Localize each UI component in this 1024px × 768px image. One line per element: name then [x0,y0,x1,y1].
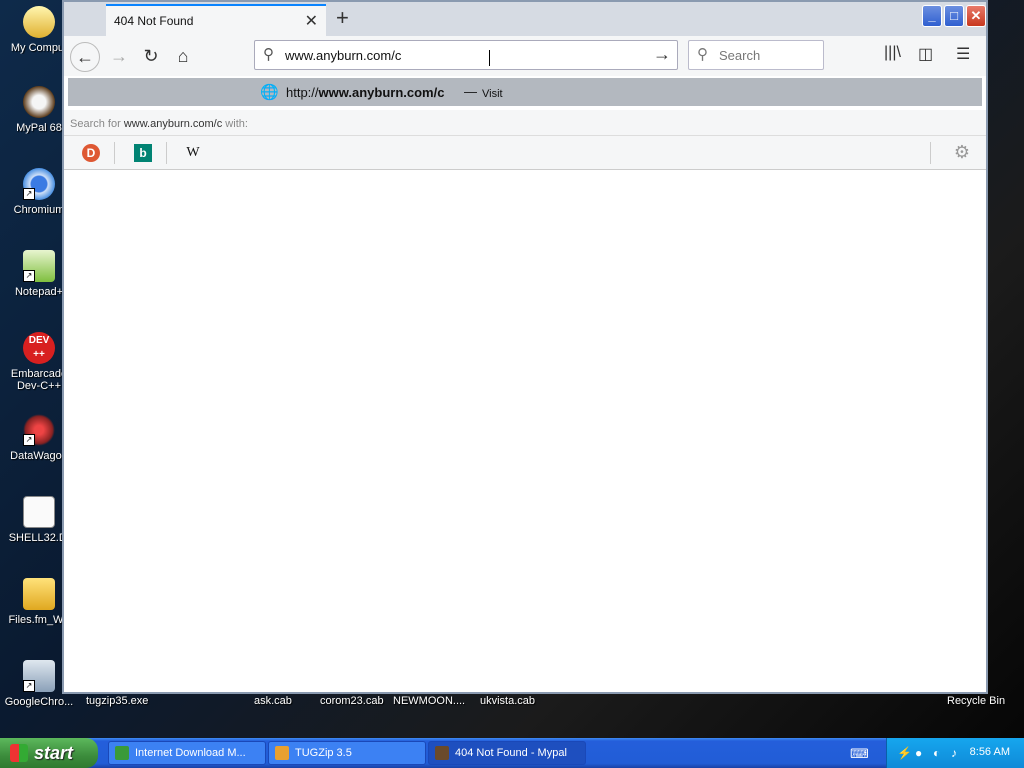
idm-icon [115,746,129,760]
browser-window: 404 Not Found ✕ + _ □ ✕ ← → ↻ ⌂ ⚲ www.an… [62,0,988,694]
search-engines-row: D b W ⚙ [64,136,986,170]
search-with-prefix: Search for [70,118,124,130]
tab-404-not-found[interactable]: 404 Not Found ✕ [106,4,326,36]
shortcut-arrow-icon: ↗ [23,188,35,200]
go-arrow-icon[interactable]: → [653,44,671,65]
desktop-file-tugzip[interactable]: tugzip35.exe [86,695,148,707]
search-with-text: Search for www.anyburn.com/c with: [70,118,248,130]
home-icon: ⌂ [177,46,189,66]
taskbar-item-internet-download-manager[interactable]: Internet Download M... [108,741,266,765]
devcpp-icon: DEV ++ [23,332,55,364]
taskbar-item-label: Internet Download M... [135,747,246,759]
folder-icon [23,578,55,610]
url-input[interactable]: www.anyburn.com/c [285,48,401,63]
system-tray: ⚡ ● ◐ ♪ 8:56 AM [886,738,1024,768]
suggestion-url: http://www.anyburn.com/c [286,85,444,100]
wikipedia-icon[interactable]: W [184,144,202,162]
start-label: start [34,743,74,763]
desktop-file-ask[interactable]: ask.cab [254,695,292,707]
devcpp-badge: DEV [28,335,50,346]
tab-close-icon[interactable]: ✕ [305,11,318,31]
globe-icon: 🌐 [260,84,279,101]
library-button[interactable]: |||\ [884,44,901,62]
search-settings-gear-icon[interactable]: ⚙ [954,142,970,163]
minimize-button[interactable]: _ [922,5,942,27]
keyboard-icon[interactable]: ⌨ [850,746,869,762]
tugzip-icon [275,746,289,760]
start-button[interactable]: start [0,738,98,768]
dll-icon [23,496,55,528]
shortcut-arrow-icon: ↗ [23,270,35,282]
navigation-toolbar: ← → ↻ ⌂ ⚲ www.anyburn.com/c → ⚲ Search |… [64,36,986,76]
desktop-icon-label: GoogleChro... [4,696,74,708]
search-with-suffix: with: [222,118,248,130]
new-tab-button[interactable]: + [336,5,349,31]
suggestion-visit-label: Visit [482,88,503,100]
page-content [64,170,986,692]
text-cursor-icon [489,50,492,66]
back-arrow-icon: ← [76,47,94,67]
back-button[interactable]: ← [70,42,100,72]
forward-button[interactable]: → [104,42,134,72]
search-icon: ⚲ [263,46,274,63]
maximize-button[interactable]: □ [944,5,964,27]
desktop-file-corom23[interactable]: corom23.cab [320,695,384,707]
mypal-icon [435,746,449,760]
engine-divider [930,142,931,164]
hamburger-menu-icon: ☰ [956,46,971,63]
menu-button[interactable]: ☰ [956,44,970,64]
search-box[interactable]: ⚲ Search [688,40,824,70]
title-bar: 404 Not Found ✕ + _ □ ✕ [64,2,986,36]
notepad-icon: ↗ [23,250,55,282]
url-bar[interactable]: ⚲ www.anyburn.com/c → [254,40,678,70]
reload-icon: ↻ [143,46,159,66]
network-icon[interactable]: ⚡ [897,746,912,760]
taskbar-item-mypal[interactable]: 404 Not Found - Mypal [428,741,586,765]
desktop-file-newmoon[interactable]: NEWMOON.... [393,695,465,707]
reload-button[interactable]: ↻ [136,42,166,72]
datawagon-icon: ↗ [23,414,55,446]
close-window-button[interactable]: ✕ [966,5,986,27]
taskbar: start Internet Download M... TUGZip 3.5 … [0,738,1024,768]
sidebar-button[interactable]: ◫ [918,44,933,64]
taskbar-item-label: 404 Not Found - Mypal [455,747,567,759]
url-suggestion-row[interactable]: 🌐 http://www.anyburn.com/c — Visit [68,78,982,106]
computer-icon [23,6,55,38]
bing-icon[interactable]: b [134,144,152,162]
search-with-header: Search for www.anyburn.com/c with: [64,110,986,136]
tab-title: 404 Not Found [114,14,194,28]
volume-icon[interactable]: ♪ [951,746,965,760]
suggestion-dash: — [464,84,477,99]
library-icon: |||\ [884,44,901,61]
desktop-file-ukvista[interactable]: ukvista.cab [480,695,535,707]
sidebar-icon: ◫ [918,46,934,63]
suggestion-url-domain: www.anyburn.com/c [318,85,445,100]
windows-flag-icon [10,744,28,762]
security-icon[interactable]: ◐ [933,746,947,760]
mypal-icon [23,86,55,118]
taskbar-item-tugzip[interactable]: TUGZip 3.5 [268,741,426,765]
shortcut-arrow-icon: ↗ [23,434,35,446]
installer-icon: ↗ [23,660,55,692]
forward-arrow-icon: → [110,46,128,66]
home-button[interactable]: ⌂ [168,42,198,72]
taskbar-item-label: TUGZip 3.5 [295,747,352,759]
duckduckgo-icon[interactable]: D [82,144,100,162]
chromium-icon: ↗ [23,168,55,200]
search-icon: ⚲ [697,46,708,63]
idm-tray-icon[interactable]: ● [915,746,929,760]
search-input[interactable]: Search [719,48,760,63]
engine-divider [114,142,115,164]
desktop-recycle-bin[interactable]: Recycle Bin [947,695,1005,707]
engine-divider [166,142,167,164]
suggestion-url-prefix: http:// [286,85,319,100]
shortcut-arrow-icon: ↗ [23,680,35,692]
search-with-term: www.anyburn.com/c [123,118,223,130]
clock: 8:56 AM [969,746,1010,758]
